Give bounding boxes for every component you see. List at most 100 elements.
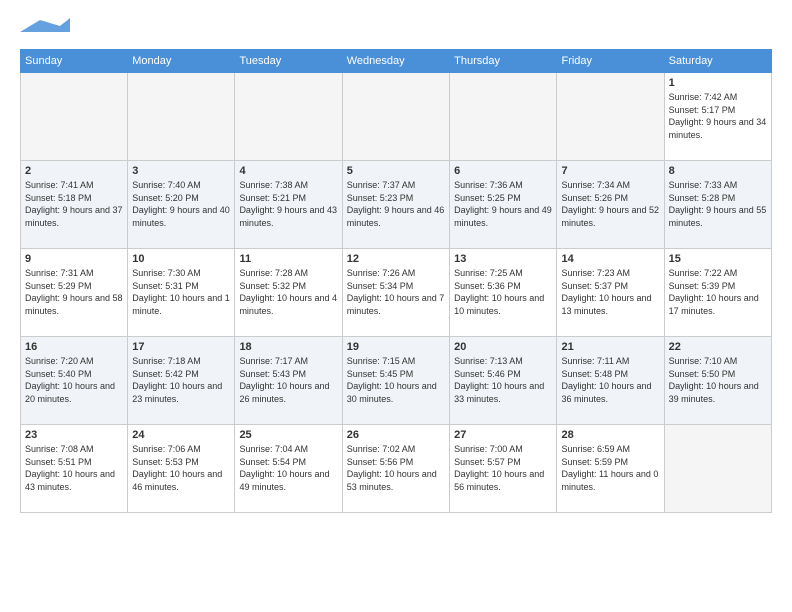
calendar-day <box>235 73 342 161</box>
day-info: Sunrise: 7:33 AM Sunset: 5:28 PM Dayligh… <box>669 179 767 229</box>
day-info: Sunrise: 7:08 AM Sunset: 5:51 PM Dayligh… <box>25 443 123 493</box>
day-info: Sunrise: 7:26 AM Sunset: 5:34 PM Dayligh… <box>347 267 445 317</box>
calendar-day <box>557 73 664 161</box>
day-info: Sunrise: 7:11 AM Sunset: 5:48 PM Dayligh… <box>561 355 659 405</box>
calendar-header-monday: Monday <box>128 50 235 73</box>
day-number: 15 <box>669 253 767 265</box>
day-number: 7 <box>561 165 659 177</box>
day-info: Sunrise: 7:34 AM Sunset: 5:26 PM Dayligh… <box>561 179 659 229</box>
calendar-header-wednesday: Wednesday <box>342 50 449 73</box>
day-info: Sunrise: 7:42 AM Sunset: 5:17 PM Dayligh… <box>669 91 767 141</box>
day-number: 28 <box>561 429 659 441</box>
day-info: Sunrise: 7:20 AM Sunset: 5:40 PM Dayligh… <box>25 355 123 405</box>
calendar-day: 5 Sunrise: 7:37 AM Sunset: 5:23 PM Daylig… <box>342 161 449 249</box>
day-info: Sunrise: 7:10 AM Sunset: 5:50 PM Dayligh… <box>669 355 767 405</box>
day-number: 1 <box>669 77 767 89</box>
calendar-day: 9 Sunrise: 7:31 AM Sunset: 5:29 PM Daylig… <box>21 249 128 337</box>
page-container: SundayMondayTuesdayWednesdayThursdayFrid… <box>0 0 792 523</box>
calendar-day: 3 Sunrise: 7:40 AM Sunset: 5:20 PM Daylig… <box>128 161 235 249</box>
calendar-day: 22 Sunrise: 7:10 AM Sunset: 5:50 PM Dayli… <box>664 337 771 425</box>
calendar-day: 15 Sunrise: 7:22 AM Sunset: 5:39 PM Dayli… <box>664 249 771 337</box>
calendar-week-row: 2 Sunrise: 7:41 AM Sunset: 5:18 PM Daylig… <box>21 161 772 249</box>
day-info: Sunrise: 7:18 AM Sunset: 5:42 PM Dayligh… <box>132 355 230 405</box>
day-info: Sunrise: 7:04 AM Sunset: 5:54 PM Dayligh… <box>239 443 337 493</box>
calendar-day: 11 Sunrise: 7:28 AM Sunset: 5:32 PM Dayli… <box>235 249 342 337</box>
day-info: Sunrise: 7:25 AM Sunset: 5:36 PM Dayligh… <box>454 267 552 317</box>
day-number: 17 <box>132 341 230 353</box>
day-number: 18 <box>239 341 337 353</box>
day-number: 10 <box>132 253 230 265</box>
day-number: 5 <box>347 165 445 177</box>
calendar-day: 26 Sunrise: 7:02 AM Sunset: 5:56 PM Dayli… <box>342 425 449 513</box>
calendar-week-row: 9 Sunrise: 7:31 AM Sunset: 5:29 PM Daylig… <box>21 249 772 337</box>
calendar-day: 16 Sunrise: 7:20 AM Sunset: 5:40 PM Dayli… <box>21 337 128 425</box>
day-number: 24 <box>132 429 230 441</box>
calendar-day: 13 Sunrise: 7:25 AM Sunset: 5:36 PM Dayli… <box>450 249 557 337</box>
calendar-header-row: SundayMondayTuesdayWednesdayThursdayFrid… <box>21 50 772 73</box>
day-info: Sunrise: 7:23 AM Sunset: 5:37 PM Dayligh… <box>561 267 659 317</box>
day-number: 13 <box>454 253 552 265</box>
day-info: Sunrise: 7:38 AM Sunset: 5:21 PM Dayligh… <box>239 179 337 229</box>
calendar-table: SundayMondayTuesdayWednesdayThursdayFrid… <box>20 49 772 513</box>
day-number: 3 <box>132 165 230 177</box>
calendar-day: 6 Sunrise: 7:36 AM Sunset: 5:25 PM Daylig… <box>450 161 557 249</box>
day-info: Sunrise: 7:31 AM Sunset: 5:29 PM Dayligh… <box>25 267 123 317</box>
calendar-day: 7 Sunrise: 7:34 AM Sunset: 5:26 PM Daylig… <box>557 161 664 249</box>
day-number: 2 <box>25 165 123 177</box>
calendar-day: 8 Sunrise: 7:33 AM Sunset: 5:28 PM Daylig… <box>664 161 771 249</box>
day-number: 16 <box>25 341 123 353</box>
day-info: Sunrise: 7:30 AM Sunset: 5:31 PM Dayligh… <box>132 267 230 317</box>
calendar-day: 12 Sunrise: 7:26 AM Sunset: 5:34 PM Dayli… <box>342 249 449 337</box>
calendar-day <box>664 425 771 513</box>
day-number: 6 <box>454 165 552 177</box>
calendar-header-sunday: Sunday <box>21 50 128 73</box>
day-number: 11 <box>239 253 337 265</box>
calendar-week-row: 16 Sunrise: 7:20 AM Sunset: 5:40 PM Dayli… <box>21 337 772 425</box>
day-number: 9 <box>25 253 123 265</box>
day-info: Sunrise: 7:41 AM Sunset: 5:18 PM Dayligh… <box>25 179 123 229</box>
day-info: Sunrise: 7:02 AM Sunset: 5:56 PM Dayligh… <box>347 443 445 493</box>
calendar-header-thursday: Thursday <box>450 50 557 73</box>
day-number: 8 <box>669 165 767 177</box>
calendar-day: 23 Sunrise: 7:08 AM Sunset: 5:51 PM Dayli… <box>21 425 128 513</box>
calendar-day: 24 Sunrise: 7:06 AM Sunset: 5:53 PM Dayli… <box>128 425 235 513</box>
calendar-day: 18Sunrise: 7:17 AM Sunset: 5:43 PM Dayli… <box>235 337 342 425</box>
day-number: 20 <box>454 341 552 353</box>
calendar-day <box>342 73 449 161</box>
calendar-week-row: 1 Sunrise: 7:42 AM Sunset: 5:17 PM Daylig… <box>21 73 772 161</box>
calendar-day: 10 Sunrise: 7:30 AM Sunset: 5:31 PM Dayli… <box>128 249 235 337</box>
calendar-header-tuesday: Tuesday <box>235 50 342 73</box>
day-number: 14 <box>561 253 659 265</box>
calendar-day: 27Sunrise: 7:00 AM Sunset: 5:57 PM Dayli… <box>450 425 557 513</box>
day-info: Sunrise: 7:28 AM Sunset: 5:32 PM Dayligh… <box>239 267 337 317</box>
calendar-day: 21Sunrise: 7:11 AM Sunset: 5:48 PM Dayli… <box>557 337 664 425</box>
day-info: Sunrise: 6:59 AM Sunset: 5:59 PM Dayligh… <box>561 443 659 493</box>
logo <box>20 18 70 39</box>
calendar-week-row: 23 Sunrise: 7:08 AM Sunset: 5:51 PM Dayli… <box>21 425 772 513</box>
day-info: Sunrise: 7:06 AM Sunset: 5:53 PM Dayligh… <box>132 443 230 493</box>
calendar-day: 2 Sunrise: 7:41 AM Sunset: 5:18 PM Daylig… <box>21 161 128 249</box>
day-number: 12 <box>347 253 445 265</box>
logo-icon <box>20 18 70 34</box>
day-info: Sunrise: 7:37 AM Sunset: 5:23 PM Dayligh… <box>347 179 445 229</box>
day-number: 23 <box>25 429 123 441</box>
day-info: Sunrise: 7:22 AM Sunset: 5:39 PM Dayligh… <box>669 267 767 317</box>
day-info: Sunrise: 7:13 AM Sunset: 5:46 PM Dayligh… <box>454 355 552 405</box>
calendar-day: 20 Sunrise: 7:13 AM Sunset: 5:46 PM Dayli… <box>450 337 557 425</box>
calendar-day <box>450 73 557 161</box>
calendar-day <box>128 73 235 161</box>
day-info: Sunrise: 7:36 AM Sunset: 5:25 PM Dayligh… <box>454 179 552 229</box>
calendar-day: 4 Sunrise: 7:38 AM Sunset: 5:21 PM Daylig… <box>235 161 342 249</box>
calendar-header-friday: Friday <box>557 50 664 73</box>
day-number: 22 <box>669 341 767 353</box>
calendar-day: 25 Sunrise: 7:04 AM Sunset: 5:54 PM Dayli… <box>235 425 342 513</box>
day-number: 26 <box>347 429 445 441</box>
day-info: Sunrise: 7:40 AM Sunset: 5:20 PM Dayligh… <box>132 179 230 229</box>
calendar-day: 14 Sunrise: 7:23 AM Sunset: 5:37 PM Dayli… <box>557 249 664 337</box>
day-info: Sunrise: 7:15 AM Sunset: 5:45 PM Dayligh… <box>347 355 445 405</box>
calendar-header-saturday: Saturday <box>664 50 771 73</box>
day-number: 4 <box>239 165 337 177</box>
calendar-day: 17 Sunrise: 7:18 AM Sunset: 5:42 PM Dayli… <box>128 337 235 425</box>
day-number: 25 <box>239 429 337 441</box>
day-number: 27 <box>454 429 552 441</box>
